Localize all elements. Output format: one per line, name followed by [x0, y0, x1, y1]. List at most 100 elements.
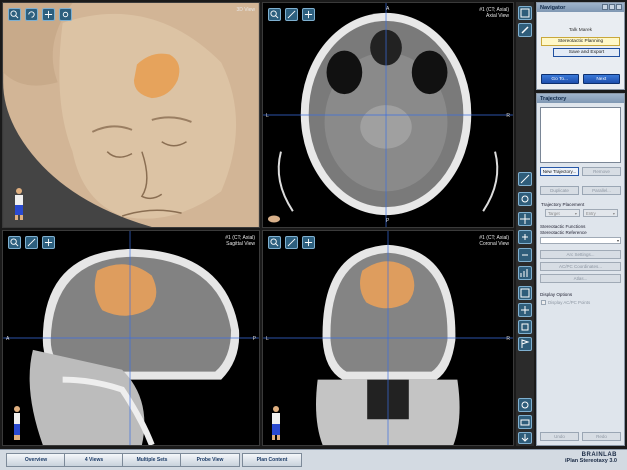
axial-ct-image — [263, 3, 513, 227]
go-to-button[interactable]: Go To... — [541, 74, 579, 84]
panel-title: Navigator — [540, 5, 566, 11]
crosshair-icon[interactable] — [518, 212, 532, 226]
windowing-icon[interactable] — [25, 236, 38, 249]
screenshot-icon[interactable] — [518, 398, 532, 412]
view-tab-bar: Overview 4 Views Multiple Sets Probe Vie… — [0, 449, 627, 470]
windowing-icon[interactable] — [285, 236, 298, 249]
trajectory-list[interactable] — [540, 107, 621, 163]
arc-settings-button[interactable]: Arc Settings... — [540, 250, 621, 259]
zoom-icon[interactable] — [268, 236, 281, 249]
tab-4-views[interactable]: 4 Views — [64, 453, 124, 467]
viewport-label: #1 (CT; Axial) Sagittal View — [225, 235, 255, 247]
minimize-button[interactable] — [602, 4, 608, 10]
display-acpc-checkbox[interactable]: Display AC/PC Points — [537, 297, 624, 305]
workflow-next-step[interactable]: Save and Export — [553, 48, 620, 57]
display-section-label: Display Options — [540, 292, 573, 297]
checkbox[interactable] — [541, 300, 546, 305]
orientation-left: L — [266, 113, 269, 119]
viewport-coronal[interactable]: #1 (CT; Axial) Coronal View L R — [262, 230, 514, 446]
reference-label: Stereotactic Reference — [540, 230, 587, 235]
product-name: iPlan Stereotaxy 3.0 — [565, 458, 617, 464]
measure-icon[interactable] — [518, 172, 532, 186]
atlas-button[interactable]: Atlas... — [540, 274, 621, 283]
remove-button[interactable]: Remove — [582, 167, 621, 176]
print-icon[interactable] — [518, 415, 532, 429]
3d-head-render — [3, 3, 259, 227]
windowing-icon[interactable] — [285, 8, 298, 21]
zoom-icon[interactable] — [268, 8, 281, 21]
settings-icon[interactable] — [59, 8, 72, 21]
redo-button[interactable]: Redo — [582, 432, 621, 441]
pan-icon[interactable] — [302, 236, 315, 249]
trajectory-panel: Trajectory New Trajectory... Remove Dupl… — [536, 93, 625, 446]
flag-icon[interactable] — [518, 337, 532, 351]
duplicate-button[interactable]: Duplicate — [540, 186, 579, 195]
orientation-figure-icon — [272, 406, 280, 440]
workflow-current-step[interactable]: Stereotactic Planning — [541, 37, 620, 46]
orientation-posterior: P — [386, 218, 390, 224]
tab-plan-content[interactable]: Plan Content — [242, 453, 302, 467]
tab-overview[interactable]: Overview — [6, 453, 66, 467]
chart-icon[interactable] — [518, 266, 532, 280]
trajectory-icon[interactable] — [518, 192, 532, 206]
zoom-icon[interactable] — [8, 236, 21, 249]
pan-icon[interactable] — [302, 8, 315, 21]
coronal-ct-image — [263, 231, 513, 445]
export-icon[interactable] — [518, 432, 532, 444]
navigator-header: Navigator — [537, 3, 624, 12]
brand-logo: BRAINLAB iPlan Stereotaxy 3.0 — [565, 452, 617, 464]
zoom-in-icon[interactable] — [518, 230, 532, 244]
orientation-anterior: A — [386, 6, 390, 12]
help-button[interactable] — [609, 4, 615, 10]
viewport-axial[interactable]: #1 (CT; Axial) Axial View A L R P — [262, 2, 514, 228]
pan-icon[interactable] — [42, 8, 55, 21]
checkbox-label: Display AC/PC Points — [548, 300, 591, 305]
layers-icon[interactable] — [518, 320, 532, 334]
view-toolbar — [516, 2, 534, 446]
layout-icon[interactable] — [518, 6, 532, 20]
chevron-down-icon: ▾ — [612, 211, 615, 216]
view-name: Axial View — [486, 13, 509, 19]
tab-multiple-sets[interactable]: Multiple Sets — [122, 453, 182, 467]
grid-icon[interactable] — [518, 303, 532, 317]
orientation-right: R — [506, 336, 510, 342]
new-trajectory-button[interactable]: New Trajectory... — [540, 167, 579, 176]
functions-section-label: Stereotactic Functions — [540, 224, 586, 229]
close-button[interactable] — [616, 4, 622, 10]
brush-icon[interactable] — [518, 23, 532, 37]
orientation-figure-icon — [14, 406, 20, 440]
placement-section-label: Trajectory Placement — [541, 202, 585, 207]
tab-probe-view[interactable]: Probe View — [180, 453, 240, 467]
workflow-patient-step: Talk Marek — [568, 28, 593, 33]
target-dropdown-label: Target — [548, 211, 560, 216]
viewport-label: #1 (CT; Axial) Coronal View — [479, 235, 509, 247]
pan-icon[interactable] — [42, 236, 55, 249]
zoom-out-icon[interactable] — [518, 248, 532, 262]
navigator-panel: Navigator Talk Marek Stereotactic Planni… — [536, 2, 625, 90]
rotate-icon[interactable] — [25, 8, 38, 21]
viewport-label: #1 (CT; Axial) Axial View — [479, 7, 509, 19]
view-name: Coronal View — [479, 241, 509, 247]
entry-dropdown-label: Entry — [586, 211, 596, 216]
head-orientation-icon — [268, 215, 280, 223]
orientation-left: L — [266, 336, 269, 342]
orientation-posterior: P — [252, 336, 256, 342]
orientation-figure-icon — [15, 188, 23, 220]
view-name: Sagittal View — [226, 241, 255, 247]
acpc-coordinates-button[interactable]: AC/PC Coordinates... — [540, 262, 621, 271]
zoom-icon[interactable] — [8, 8, 21, 21]
next-button[interactable]: Next — [582, 74, 620, 84]
panel-title: Trajectory — [540, 96, 567, 102]
orientation-anterior: A — [6, 336, 10, 342]
window-level-icon[interactable] — [518, 286, 532, 300]
target-dropdown[interactable]: Target ▾ — [545, 209, 580, 217]
parallel-button[interactable]: Parallel... — [582, 186, 621, 195]
viewport-3d[interactable]: 3D View — [2, 2, 260, 228]
entry-dropdown[interactable]: Entry ▾ — [583, 209, 618, 217]
undo-button[interactable]: Undo — [540, 432, 579, 441]
viewport-sagittal[interactable]: #1 (CT; Axial) Sagittal View A P — [2, 230, 260, 446]
tumor-segmentation — [360, 261, 415, 309]
chevron-down-icon: ▾ — [574, 211, 577, 216]
sagittal-ct-image — [3, 231, 259, 445]
reference-select[interactable]: ▾ — [540, 237, 621, 244]
